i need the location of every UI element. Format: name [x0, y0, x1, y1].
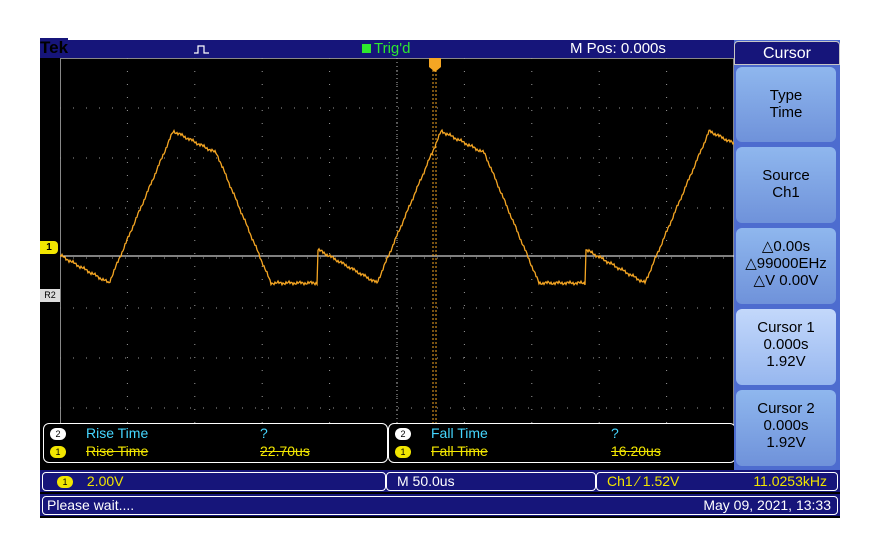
- cursor-source-button[interactable]: Source Ch1: [736, 147, 836, 223]
- button-line: Time: [769, 104, 803, 121]
- button-line: Cursor 1: [757, 319, 815, 336]
- trigger-readout[interactable]: Ch1 ∕ 1.52V 11.0253kHz: [596, 472, 838, 491]
- button-line: △99000EHz: [745, 255, 827, 272]
- pulse-trigger-icon: [194, 45, 209, 54]
- message-bar: Please wait.... May 09, 2021, 13:33: [40, 494, 840, 516]
- measurement-value: 16.20us: [611, 443, 661, 459]
- button-line: 0.000s: [763, 336, 809, 353]
- graticule: [60, 58, 734, 458]
- waveform-display: [60, 58, 734, 458]
- message-box: Please wait.... May 09, 2021, 13:33: [42, 496, 838, 515]
- channel-status-bar: 1 2.00V M 50.0us Ch1 ∕ 1.52V 11.0253kHz: [40, 470, 840, 492]
- status-message: Please wait....: [47, 497, 135, 513]
- volts-per-div: 2.00V: [86, 473, 124, 489]
- channel-chip: 1: [50, 446, 66, 459]
- measurement-label: Rise Time: [86, 443, 149, 459]
- button-line: 1.92V: [766, 353, 806, 370]
- measurement-row: 2 Fall Time ?: [395, 425, 741, 442]
- menu-title: Cursor: [734, 41, 840, 65]
- timebase-readout[interactable]: M 50.0us: [386, 472, 596, 491]
- timebase-value: M 50.0us: [397, 473, 455, 489]
- measurement-panel-rise: 2 Rise Time ? 1 Rise Time 22.70us: [43, 423, 388, 463]
- horizontal-position: M Pos: 0.000s: [570, 40, 666, 57]
- channel-chip: 2: [50, 428, 66, 441]
- measurement-row: 2 Rise Time ?: [50, 425, 393, 442]
- button-line: △0.00s: [761, 238, 811, 255]
- channel-chip: 1: [57, 476, 73, 489]
- button-line: Cursor 2: [757, 400, 815, 417]
- measurement-label: Fall Time: [431, 425, 488, 441]
- cursor2-button[interactable]: Cursor 2 0.000s 1.92V: [736, 390, 836, 466]
- ref2-marker[interactable]: R2: [40, 289, 60, 302]
- cursor-side-menu: Cursor Type Time Source Ch1 △0.00s △9900…: [734, 40, 840, 470]
- measurement-row: 1 Fall Time 16.20us: [395, 443, 741, 460]
- channel-chip: 1: [395, 446, 411, 459]
- measurement-label: Rise Time: [86, 425, 149, 441]
- frequency-readout: 11.0253kHz: [753, 473, 827, 489]
- top-status-bar: Tek Trig'd M Pos: 0.000s: [40, 38, 734, 58]
- trigger-level: Ch1 ∕ 1.52V: [607, 473, 680, 489]
- cursor-type-button[interactable]: Type Time: [736, 67, 836, 142]
- button-line: △V 0.00V: [753, 272, 819, 289]
- measurement-value: 22.70us: [260, 443, 310, 459]
- brand-logo: Tek: [40, 38, 69, 58]
- button-line: Type: [769, 87, 803, 104]
- date-time: May 09, 2021, 13:33: [703, 497, 831, 513]
- trigger-position-marker: [429, 58, 441, 72]
- ch1-ground-marker[interactable]: 1: [40, 241, 58, 254]
- measurement-value: ?: [260, 425, 268, 441]
- measurement-panel-fall: 2 Fall Time ? 1 Fall Time 16.20us: [388, 423, 736, 463]
- oscilloscope-screen: Tek Trig'd M Pos: 0.000s 1 R2 2 Rise Tim…: [40, 38, 840, 518]
- trigger-status: Trig'd: [374, 40, 411, 57]
- measurement-label: Fall Time: [431, 443, 488, 459]
- button-line: 0.000s: [763, 417, 809, 434]
- button-line: 1.92V: [766, 434, 806, 451]
- trigger-status-icon: [362, 44, 371, 53]
- ch1-scale-readout[interactable]: 1 2.00V: [42, 472, 386, 491]
- button-line: Ch1: [772, 184, 800, 201]
- measurement-row: 1 Rise Time 22.70us: [50, 443, 393, 460]
- measurement-value: ?: [611, 425, 619, 441]
- cursor1-button[interactable]: Cursor 1 0.000s 1.92V: [736, 309, 836, 385]
- button-line: Source: [762, 167, 810, 184]
- cursor-delta-button[interactable]: △0.00s △99000EHz △V 0.00V: [736, 228, 836, 304]
- channel-chip: 2: [395, 428, 411, 441]
